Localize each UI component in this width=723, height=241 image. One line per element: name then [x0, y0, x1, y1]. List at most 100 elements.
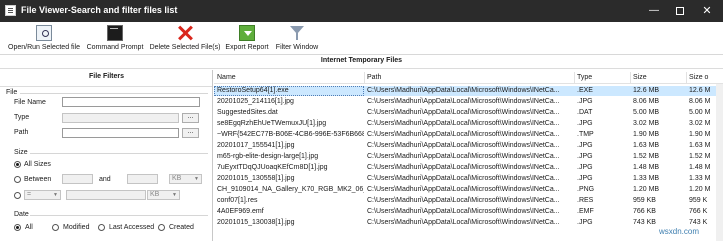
compare-unit-dropdown[interactable]: KB ▼	[147, 190, 180, 200]
window-title: File Viewer-Search and filter files list	[21, 5, 178, 15]
file-type-cell: .RES	[577, 197, 594, 204]
date-created-radio[interactable]	[158, 224, 165, 231]
between-label: Between	[24, 176, 52, 183]
size-unit-dropdown[interactable]: KB ▼	[169, 174, 202, 184]
delete-x-icon	[177, 25, 193, 41]
file-name-cell: 20201015_130558[1].jpg	[217, 175, 295, 182]
table-row[interactable]: ~WRF{542EC77B-B06E-4CB6-996E-53F6B668...…	[214, 130, 723, 140]
watermark: wsxdn.com	[659, 227, 700, 236]
table-row[interactable]: 20201025_214116[1].jpg C:\Users\Madhuri\…	[214, 97, 723, 107]
title-bar: File Viewer-Search and filter files list…	[0, 0, 723, 22]
date-modified-radio[interactable]	[52, 224, 59, 231]
between-radio[interactable]	[14, 176, 21, 183]
compare-size-input[interactable]	[66, 190, 146, 200]
file-type-cell: .EXE	[577, 87, 593, 94]
type-browse-button[interactable]: ...	[182, 113, 199, 123]
table-row[interactable]: SuggestedSites.dat C:\Users\Madhuri\AppD…	[214, 108, 723, 118]
size-unit-value: KB	[172, 175, 182, 182]
chevron-down-icon: ▼	[194, 176, 199, 182]
file-type-cell: .JPG	[577, 153, 593, 160]
file-name-label: File Name	[14, 99, 46, 106]
size-max-input[interactable]	[127, 174, 158, 184]
file-name-cell: ~WRF{542EC77B-B06E-4CB6-996E-53F6B668...	[217, 131, 364, 138]
path-browse-button[interactable]: ...	[182, 128, 199, 138]
table-row[interactable]: 20201015_130558[1].jpg C:\Users\Madhuri\…	[214, 174, 723, 184]
file-path-cell: C:\Users\Madhuri\AppData\Local\Microsoft…	[367, 120, 560, 127]
and-label: and	[99, 176, 111, 183]
file-name-cell: se8EgqRzhEhUeTWemuxJU[1].jpg	[217, 120, 327, 127]
export-icon	[239, 25, 255, 41]
column-type[interactable]: Type	[574, 72, 630, 84]
table-row[interactable]: RestoroSetup64[1].exe C:\Users\Madhuri\A…	[214, 86, 723, 96]
filter-window-button[interactable]: Filter Window	[273, 24, 321, 54]
filter-panel-title: File Filters	[88, 73, 124, 80]
size-min-input[interactable]	[62, 174, 93, 184]
table-row[interactable]: 20201015_130038[1].jpg C:\Users\Madhuri\…	[214, 218, 723, 228]
close-button[interactable]: ✕	[694, 0, 720, 22]
file-name-cell: 7uEyxtTDqQJUoaqKEfCm8D[1].jpg	[217, 164, 328, 171]
delete-selected-button[interactable]: Delete Selected File(s)	[148, 24, 222, 54]
file-size-cell: 1.90 MB	[633, 131, 660, 138]
section-band: Internet Temporary Files	[0, 55, 723, 69]
command-prompt-button[interactable]: Command Prompt	[84, 24, 146, 54]
file-size-cell: 8.06 MB	[633, 98, 660, 105]
file-size-cell: 766 KB	[633, 208, 656, 215]
date-group-divider	[30, 215, 208, 216]
file-name-cell: 20201015_130038[1].jpg	[217, 219, 295, 226]
table-row[interactable]: conf07[1].res C:\Users\Madhuri\AppData\L…	[214, 196, 723, 206]
file-path-cell: C:\Users\Madhuri\AppData\Local\Microsoft…	[367, 175, 560, 182]
toolbar: Open/Run Selected file Command Prompt De…	[0, 22, 723, 55]
file-path-cell: C:\Users\Madhuri\AppData\Local\Microsoft…	[367, 219, 560, 226]
date-all-radio[interactable]	[14, 224, 21, 231]
filter-divider	[0, 86, 212, 87]
all-sizes-label: All Sizes	[24, 161, 51, 168]
file-path-cell: C:\Users\Madhuri\AppData\Local\Microsoft…	[367, 87, 560, 94]
app-icon	[5, 5, 16, 16]
path-input[interactable]	[62, 128, 179, 138]
column-name[interactable]: Name	[214, 72, 364, 84]
table-row[interactable]: 7uEyxtTDqQJUoaqKEfCm8D[1].jpg C:\Users\M…	[214, 163, 723, 173]
file-size-cell: 1.52 MB	[633, 153, 660, 160]
file-path-cell: C:\Users\Madhuri\AppData\Local\Microsoft…	[367, 186, 560, 193]
list-header: Name Path Type Size Size o	[214, 72, 723, 84]
date-created-label: Created	[169, 224, 194, 231]
filter-panel: File Filters File File Name Type ... Pat…	[0, 70, 213, 241]
file-path-cell: C:\Users\Madhuri\AppData\Local\Microsoft…	[367, 164, 560, 171]
compare-radio[interactable]	[14, 192, 21, 199]
table-row[interactable]: 4A0EF969.emf C:\Users\Madhuri\AppData\Lo…	[214, 207, 723, 217]
all-sizes-radio[interactable]	[14, 161, 21, 168]
delete-selected-label: Delete Selected File(s)	[149, 44, 221, 51]
column-size-on-disk[interactable]: Size o	[686, 72, 723, 84]
open-run-button[interactable]: Open/Run Selected file	[4, 24, 84, 54]
chevron-down-icon: ▼	[53, 192, 58, 198]
file-name-cell: SuggestedSites.dat	[217, 109, 278, 116]
file-size-cell: 5.00 MB	[633, 109, 660, 116]
column-size[interactable]: Size	[630, 72, 686, 84]
file-path-cell: C:\Users\Madhuri\AppData\Local\Microsoft…	[367, 197, 560, 204]
column-path[interactable]: Path	[364, 72, 574, 84]
file-name-cell: m65-rgb-elite-design-large[1].jpg	[217, 153, 319, 160]
maximize-button[interactable]	[667, 0, 693, 22]
file-size-cell: 3.02 MB	[633, 120, 660, 127]
type-input[interactable]	[62, 113, 179, 123]
date-last-accessed-radio[interactable]	[98, 224, 105, 231]
file-path-cell: C:\Users\Madhuri\AppData\Local\Microsoft…	[367, 153, 560, 160]
table-row[interactable]: m65-rgb-elite-design-large[1].jpg C:\Use…	[214, 152, 723, 162]
file-name-input[interactable]	[62, 97, 200, 107]
file-type-cell: .TMP	[577, 131, 594, 138]
file-type-cell: .DAT	[577, 109, 593, 116]
file-type-cell: .JPG	[577, 142, 593, 149]
compare-operator-dropdown[interactable]: = ▼	[24, 190, 61, 200]
vertical-scrollbar[interactable]	[716, 84, 723, 241]
funnel-icon	[289, 25, 305, 41]
table-row[interactable]: CH_9109014_NA_Gallery_K70_RGB_MK2_06_...…	[214, 185, 723, 195]
file-name-cell: conf07[1].res	[217, 197, 258, 204]
table-row[interactable]: 20201017_155541[1].jpg C:\Users\Madhuri\…	[214, 141, 723, 151]
file-size-cell: 1.33 MB	[633, 175, 660, 182]
export-report-button[interactable]: Export Report	[223, 24, 271, 54]
compare-operator-value: =	[27, 191, 32, 198]
file-size-cell: 1.63 MB	[633, 142, 660, 149]
table-row[interactable]: se8EgqRzhEhUeTWemuxJU[1].jpg C:\Users\Ma…	[214, 119, 723, 129]
minimize-button[interactable]: —	[641, 0, 667, 22]
maximize-icon	[676, 7, 684, 15]
